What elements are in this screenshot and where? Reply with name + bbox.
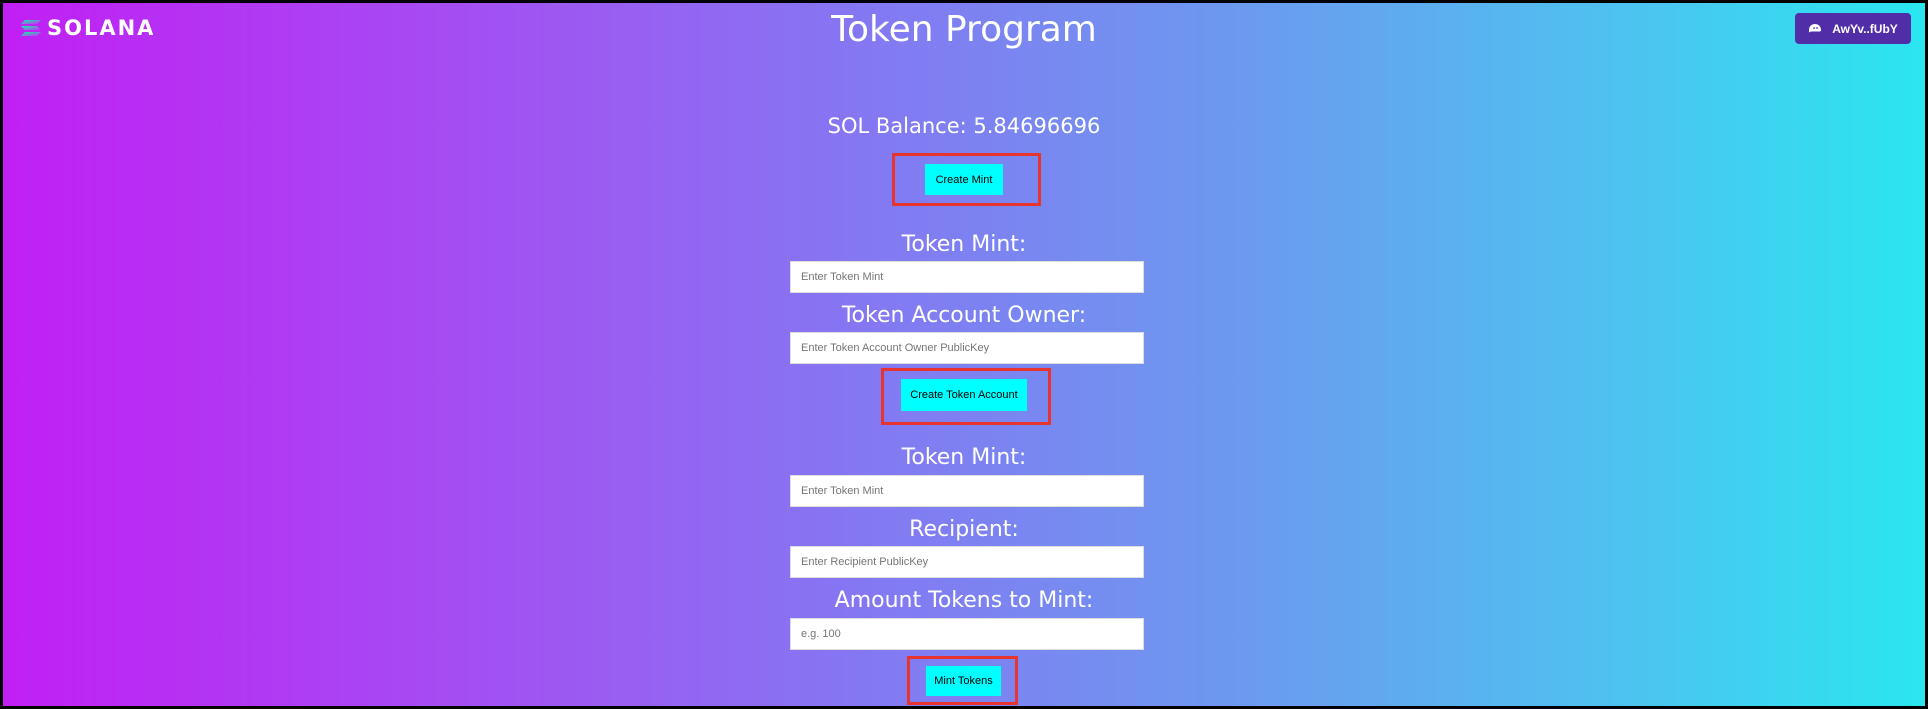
amount-tokens-label: Amount Tokens to Mint: <box>834 588 1094 613</box>
token-mint-label: Token Mint: <box>901 232 1027 257</box>
token-account-owner-input[interactable] <box>790 332 1144 364</box>
wallet-button[interactable]: AwYv..fUbY <box>1795 13 1911 44</box>
recipient-label: Recipient: <box>909 517 1019 542</box>
create-token-account-button[interactable]: Create Token Account <box>901 379 1027 411</box>
token-account-owner-label: Token Account Owner: <box>841 303 1087 328</box>
amount-tokens-input[interactable] <box>790 618 1144 650</box>
app-frame: SOLANA Token Program AwYv..fUbY SOL Bala… <box>3 3 1925 706</box>
recipient-input[interactable] <box>790 546 1144 578</box>
phantom-wallet-icon <box>1809 23 1822 33</box>
mint-token-mint-label: Token Mint: <box>901 445 1027 470</box>
sol-balance: SOL Balance: 5.84696696 <box>827 114 1101 138</box>
wallet-address: AwYv..fUbY <box>1832 21 1898 36</box>
token-mint-input[interactable] <box>790 261 1144 293</box>
create-mint-button[interactable]: Create Mint <box>925 164 1003 195</box>
page-title: Token Program <box>831 9 1097 50</box>
mint-token-mint-input[interactable] <box>790 475 1144 507</box>
mint-tokens-button[interactable]: Mint Tokens <box>926 666 1001 696</box>
